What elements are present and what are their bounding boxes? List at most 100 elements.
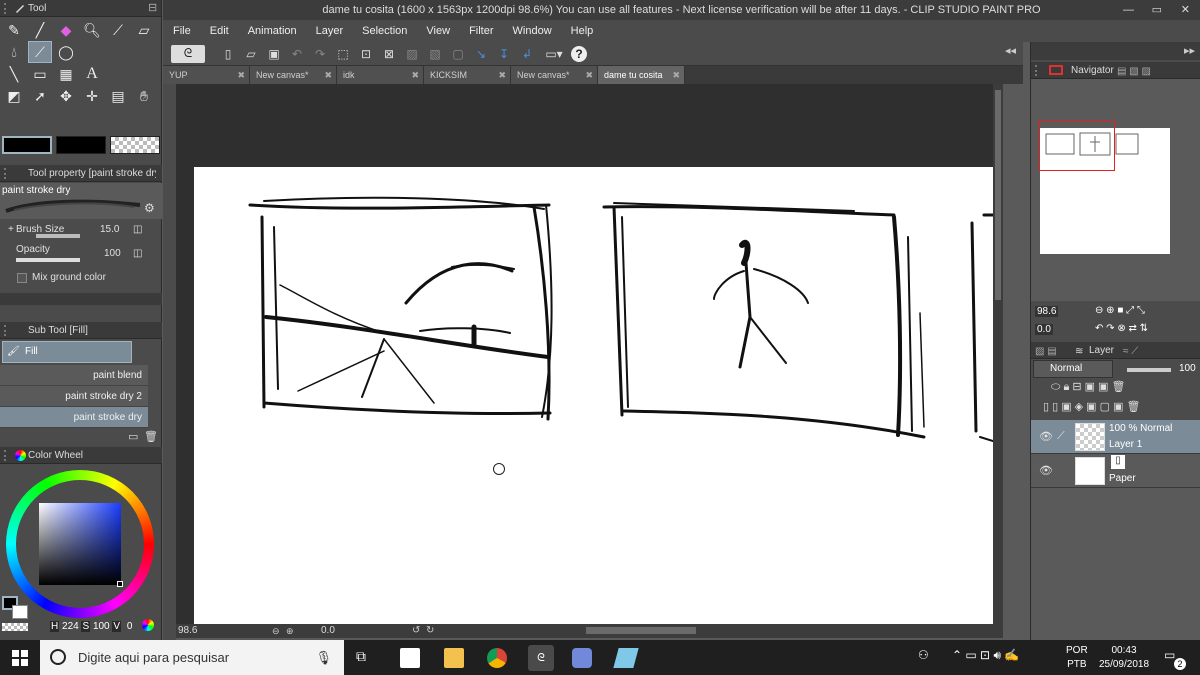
- sub-tool-group-button[interactable]: 🖌︎ Fill: [2, 341, 132, 363]
- taskbar-search[interactable]: Digite aqui para pesquisar 🎙︎: [40, 640, 344, 675]
- open-folder-icon[interactable]: ▱: [241, 45, 261, 63]
- tab-doc[interactable]: idk ✖: [337, 66, 424, 84]
- menu-layer[interactable]: Layer: [316, 25, 344, 37]
- sub-tool-item[interactable]: paint blend: [0, 365, 148, 386]
- minimize-button[interactable]: —: [1123, 0, 1134, 20]
- close-tab-icon[interactable]: ✖: [237, 66, 245, 84]
- color-wheel-header[interactable]: Color Wheel: [0, 447, 162, 464]
- snap-grid-icon[interactable]: ↲: [517, 45, 537, 63]
- save-icon[interactable]: ▣: [264, 45, 284, 63]
- layer-row-layer1[interactable]: 👁︎ ⟋ 100 % Normal Layer 1: [1031, 420, 1200, 454]
- redo-icon[interactable]: ↷: [310, 45, 330, 63]
- menu-window[interactable]: Window: [513, 25, 552, 37]
- gradient-tool-icon[interactable]: ◩: [2, 85, 26, 107]
- file-explorer-icon[interactable]: [444, 648, 464, 668]
- window-layout-dropdown[interactable]: ▭▾: [540, 45, 568, 63]
- rotation-value[interactable]: 0.0: [321, 625, 335, 636]
- sub-color-swatch[interactable]: [56, 136, 106, 154]
- discord-icon[interactable]: [572, 648, 592, 668]
- snap-ruler-icon[interactable]: ↘: [471, 45, 491, 63]
- frame-tool-icon[interactable]: ▦: [54, 63, 78, 85]
- mix-ground-color-row[interactable]: Mix ground color: [0, 269, 150, 287]
- clock[interactable]: 00:43 25/09/2018: [1096, 644, 1152, 672]
- tab-doc[interactable]: KICKSIM ✖: [424, 66, 511, 84]
- clip-studio-taskbar-icon[interactable]: ᘓ: [528, 645, 554, 671]
- pen-tool-icon[interactable]: ✎: [2, 19, 26, 41]
- trash-icon[interactable]: 🗑︎: [144, 430, 158, 443]
- system-tray-icons[interactable]: ⌃ ▭ ⊡ 🔊︎ ✍: [952, 648, 1019, 663]
- close-tab-icon[interactable]: ✖: [324, 66, 332, 84]
- eraser-tool-icon[interactable]: ◆: [54, 19, 78, 41]
- new-subtool-icon[interactable]: ▭: [128, 430, 138, 443]
- fill-drop-icon[interactable]: 💧︎: [2, 41, 26, 63]
- object-tool-icon[interactable]: ➚: [28, 85, 52, 107]
- zoom-value[interactable]: 98.6: [178, 625, 197, 636]
- undo-icon[interactable]: ↶: [287, 45, 307, 63]
- layer-action-icons[interactable]: ▯ ▯ ▣ ◈ ▣ ▢ ▣ 🗑︎: [1043, 400, 1141, 413]
- sub-tool-item[interactable]: paint stroke dry 2: [0, 386, 148, 407]
- panel-tab-icon[interactable]: ▤ ▧ ▨: [1117, 63, 1151, 80]
- layer-lock-icons[interactable]: ⬭ 🔒︎ ⊟ ▣ ▣ 🗑︎: [1051, 380, 1126, 394]
- menu-file[interactable]: File: [173, 25, 191, 37]
- fill-selection-icon[interactable]: ▧: [425, 45, 445, 63]
- close-tab-icon[interactable]: ✖: [411, 66, 419, 84]
- color-mode-icon[interactable]: [142, 619, 154, 631]
- task-view-icon[interactable]: ⧉: [356, 648, 376, 668]
- chrome-icon[interactable]: [487, 648, 507, 668]
- layer-row-paper[interactable]: 👁︎ ▯ Paper: [1031, 454, 1200, 488]
- menu-animation[interactable]: Animation: [248, 25, 297, 37]
- tool-property-header[interactable]: Tool property [paint stroke dry]: [0, 165, 162, 182]
- eraser-block-icon[interactable]: ▱: [132, 19, 156, 41]
- menu-view[interactable]: View: [426, 25, 450, 37]
- blend-mode-select[interactable]: Normal: [1033, 360, 1113, 378]
- collapse-icon[interactable]: ⊟: [148, 2, 158, 14]
- tab-doc[interactable]: New canvas* ✖: [511, 66, 598, 84]
- close-tab-icon[interactable]: ✖: [672, 66, 680, 84]
- snap-special-ruler-icon[interactable]: ↧: [494, 45, 514, 63]
- transparent-color-swatch[interactable]: [110, 136, 160, 154]
- tool-settings-icon[interactable]: ⚙: [144, 201, 158, 215]
- ruler-tool-icon[interactable]: ✛: [80, 85, 104, 107]
- store-icon[interactable]: [400, 648, 420, 668]
- menu-filter[interactable]: Filter: [469, 25, 493, 37]
- zoom-in-icon[interactable]: ⊕: [286, 626, 294, 637]
- navigator-rotation[interactable]: 0.0: [1035, 324, 1053, 335]
- line-tool-icon[interactable]: ╲: [2, 63, 26, 85]
- invert-selection-icon[interactable]: ▨: [402, 45, 422, 63]
- layer-opacity-value[interactable]: 100: [1179, 363, 1196, 374]
- brush-size-row[interactable]: + Brush Size 15.0 ◫: [0, 221, 150, 239]
- deselect-icon[interactable]: ⊠: [379, 45, 399, 63]
- layer-opacity-slider[interactable]: [1127, 368, 1171, 372]
- collapse-right-icon[interactable]: ▸▸: [1184, 44, 1195, 57]
- rotate-left-icon[interactable]: ↺: [412, 625, 420, 636]
- mix-ground-color-checkbox[interactable]: [17, 273, 27, 283]
- balloon-tool-icon[interactable]: ▤: [106, 85, 130, 107]
- navigator-view-frame[interactable]: [1038, 120, 1115, 171]
- menu-help[interactable]: Help: [571, 25, 594, 37]
- saturation-value-square[interactable]: [39, 503, 121, 585]
- notification-center-icon[interactable]: ▭: [1164, 648, 1175, 662]
- sub-tool-header[interactable]: Sub Tool [Fill]: [0, 322, 162, 339]
- sub-tool-item[interactable]: paint stroke dry: [0, 407, 148, 428]
- visibility-eye-icon[interactable]: 👁︎: [1039, 430, 1053, 443]
- brush-tool-icon[interactable]: ⟋: [28, 41, 52, 63]
- menu-edit[interactable]: Edit: [210, 25, 229, 37]
- clip-studio-icon[interactable]: ᘓ: [171, 44, 205, 63]
- navigator-header[interactable]: Navigator ▤ ▧ ▨: [1031, 62, 1200, 79]
- windows-start-icon[interactable]: [12, 650, 28, 666]
- layer-header[interactable]: ▨ ▤ ≋ Layer ≈ ⟋: [1031, 342, 1200, 359]
- rotate-buttons-icon[interactable]: ↶ ↷ ⊗ ⇄ ⇅: [1095, 323, 1148, 334]
- text-tool-icon[interactable]: A: [80, 63, 104, 85]
- move-layer-tool-icon[interactable]: ✥: [54, 85, 78, 107]
- transform-icon[interactable]: ⊡: [356, 45, 376, 63]
- pressure-icon[interactable]: ◫: [133, 221, 142, 239]
- brush-size-value[interactable]: 15.0: [100, 221, 119, 239]
- close-tab-icon[interactable]: ✖: [498, 66, 506, 84]
- close-button[interactable]: ✕: [1181, 0, 1190, 20]
- rotate-right-icon[interactable]: ↻: [426, 625, 434, 636]
- language-indicator[interactable]: POR PTB: [1066, 644, 1088, 672]
- zoom-out-icon[interactable]: ⊖: [272, 626, 280, 637]
- opacity-pressure-icon[interactable]: ◫: [133, 245, 142, 263]
- tool-panel-header[interactable]: Tool: [0, 0, 161, 17]
- marker-tool-icon[interactable]: ╱: [28, 19, 52, 41]
